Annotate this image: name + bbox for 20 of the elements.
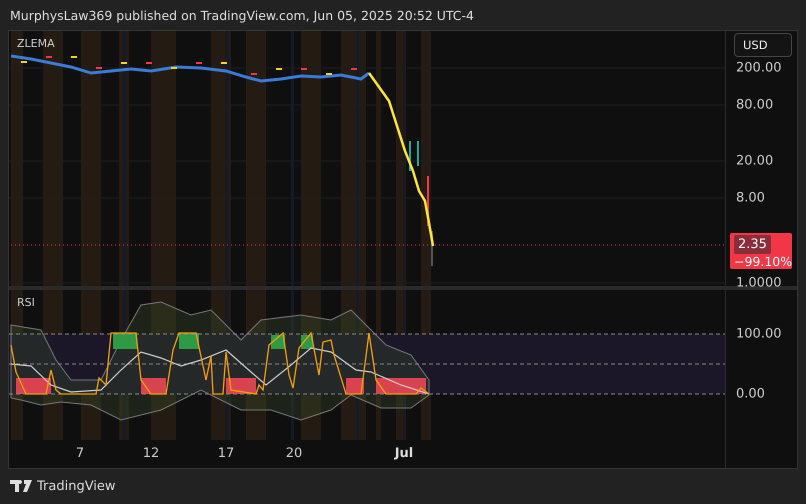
indicator-label: ZLEMA [17, 37, 55, 50]
price-change: −99.10% [733, 254, 792, 269]
time-axis-label: 12 [142, 446, 160, 461]
price-axis-label: 1.0000 [736, 276, 782, 290]
time-axis-label: 7 [76, 446, 84, 461]
price-axis-label: 80.00 [736, 98, 774, 112]
brand-name: TradingView [37, 478, 116, 494]
rsi-axis-label: 100.00 [736, 326, 782, 342]
time-axis-label: 17 [218, 446, 234, 461]
price-axis-label: 200.00 [736, 60, 782, 76]
last-price: 2.35 [734, 235, 771, 254]
tradingview-logo-icon [10, 480, 32, 492]
price-axis-label: 20.00 [736, 154, 774, 168]
time-axis-label: 20 [286, 446, 302, 461]
indicator-label: RSI [17, 296, 35, 309]
price-axis-label: 8.00 [736, 190, 765, 206]
time-axis-label: Jul [394, 446, 414, 461]
rsi-axis-label: 0.00 [736, 386, 765, 402]
publish-info: MurphysLaw369 published on TradingView.com, Jun 05, 2025 20:52 UTC-4 [10, 8, 474, 22]
currency-button[interactable]: USD [734, 33, 792, 57]
